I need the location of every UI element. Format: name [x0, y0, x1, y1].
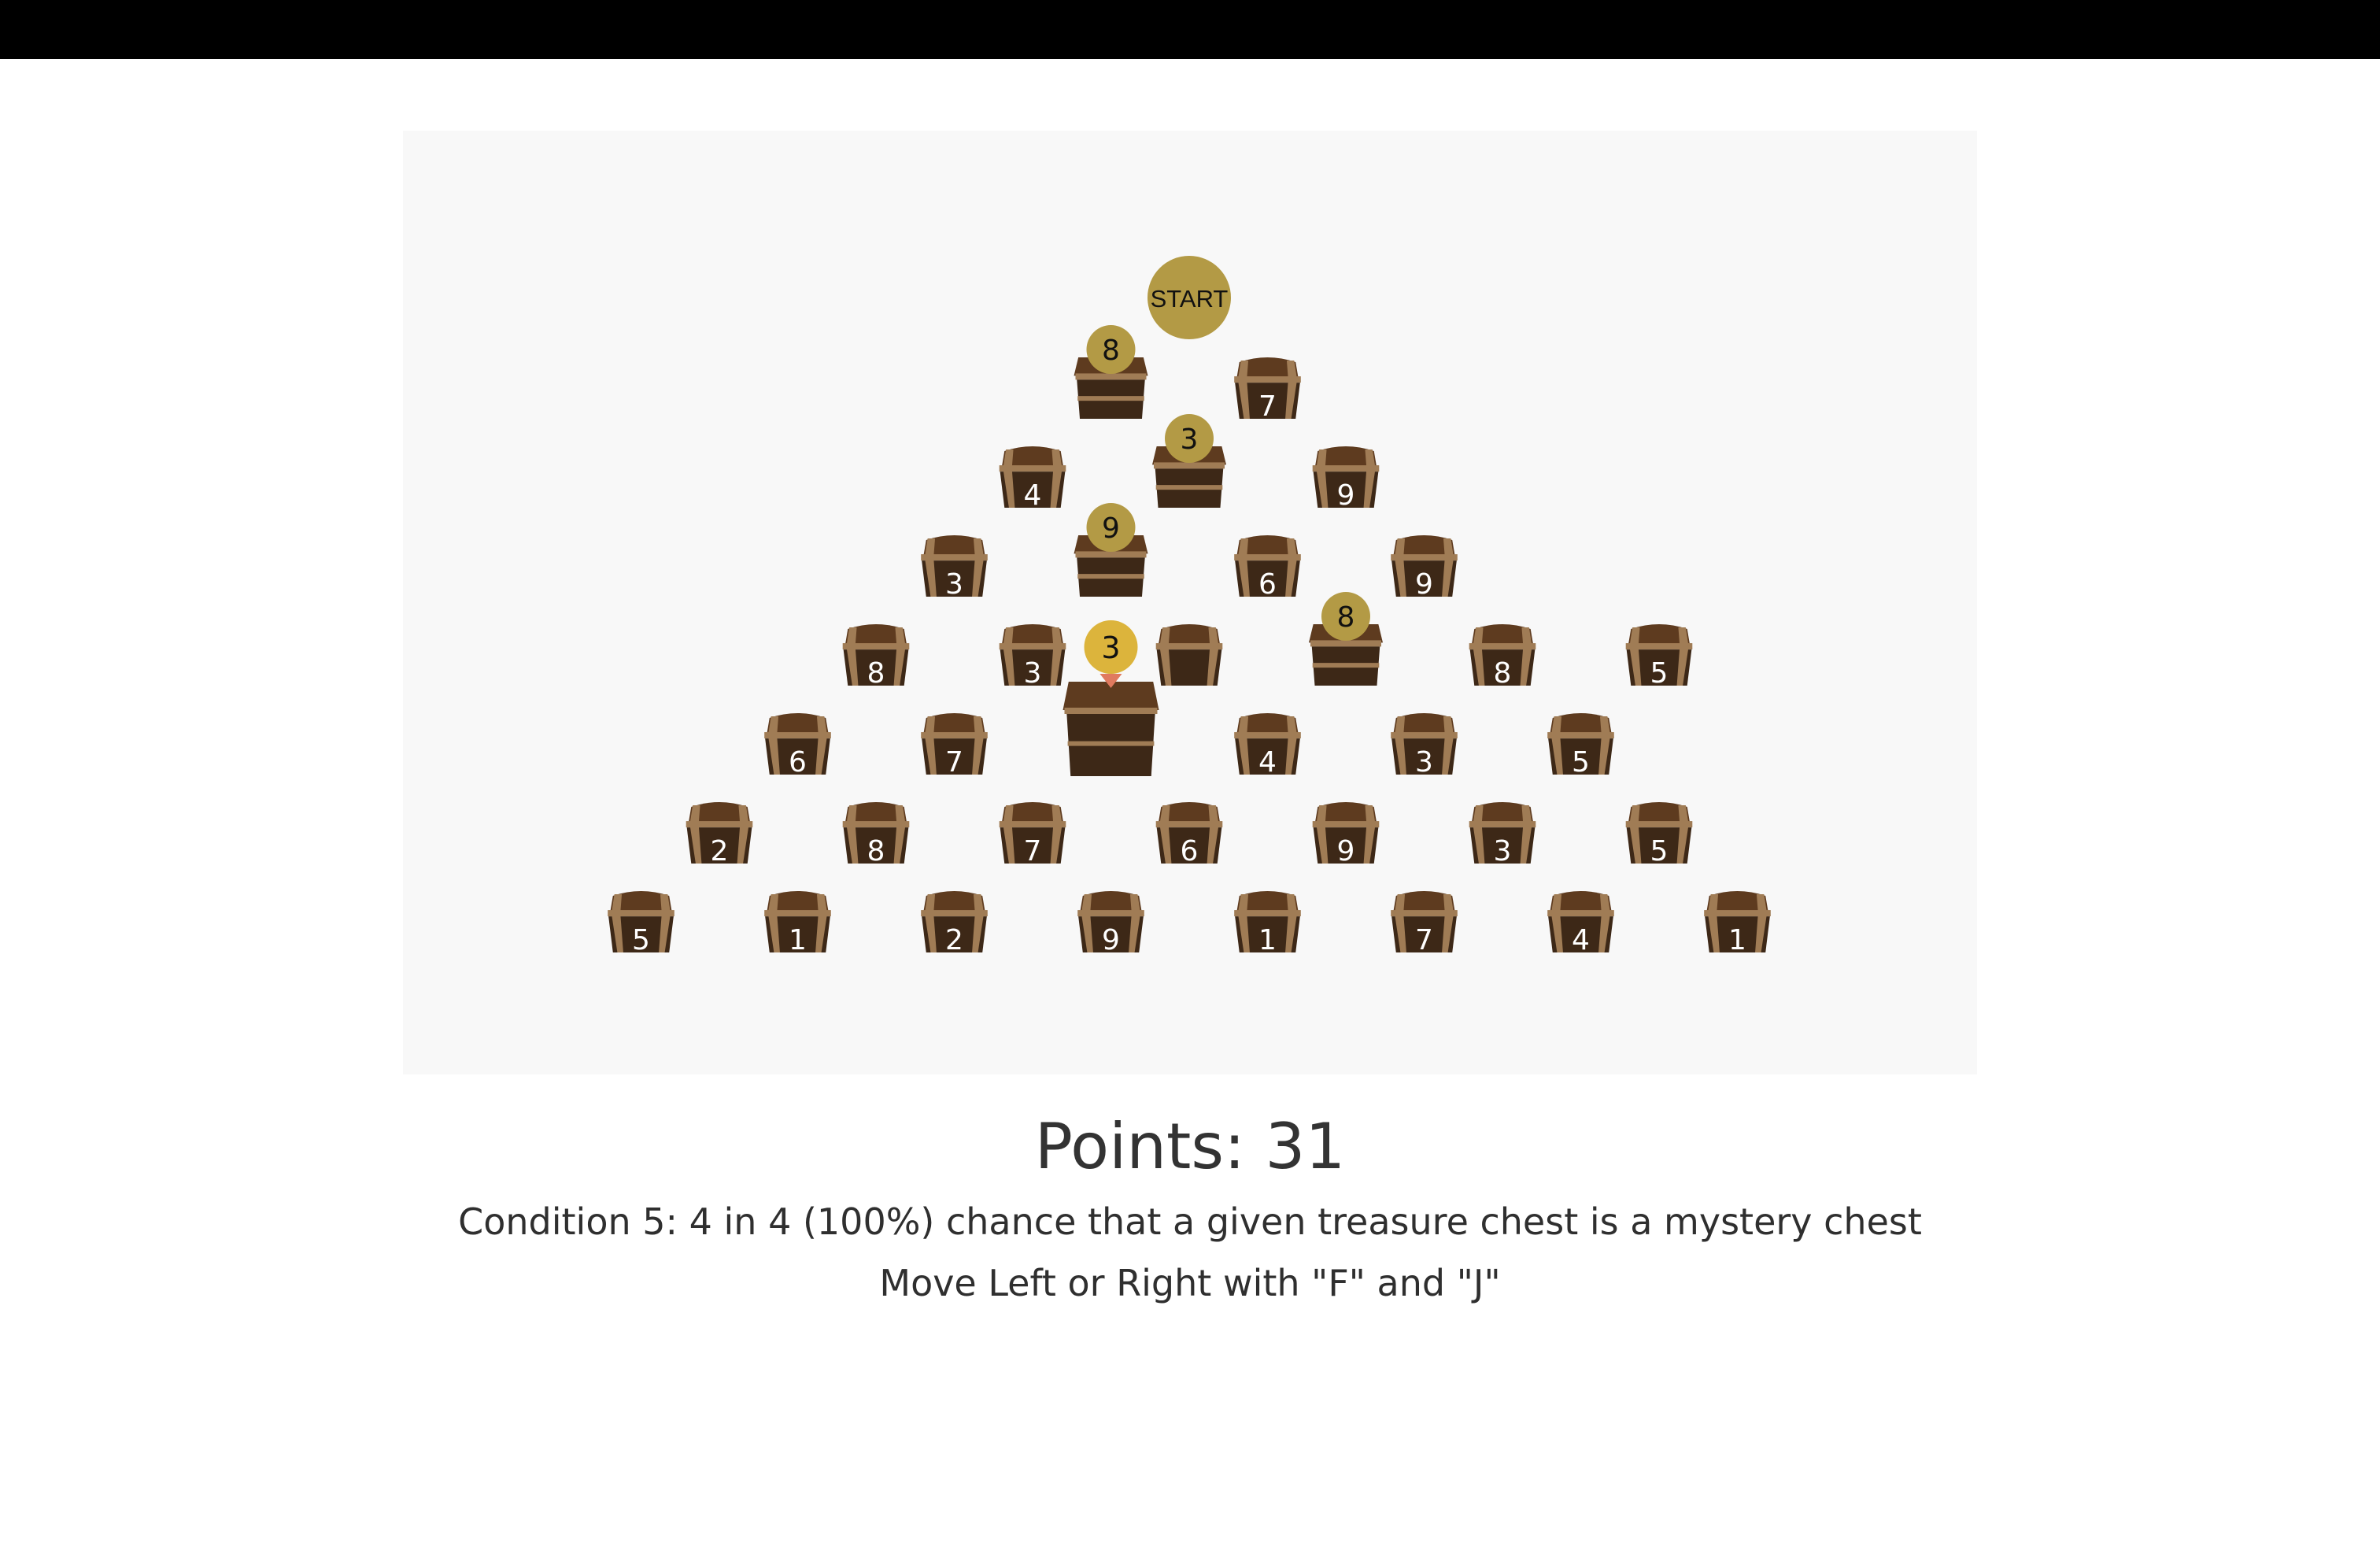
- condition-text: Condition 5: 4 in 4 (100%) chance that a…: [458, 1200, 1922, 1243]
- player-marker: 3: [1084, 620, 1138, 688]
- treasure-chest: 3: [921, 535, 988, 601]
- chest-value: 7: [1258, 390, 1277, 423]
- chest-value: 6: [1258, 568, 1277, 601]
- chest-value: 8: [867, 657, 885, 690]
- treasure-chest: 1: [764, 891, 831, 956]
- treasure-chest: 6: [1234, 535, 1301, 601]
- pyramid-canvas: START 8 7 4 3 9 3 9 6 9 8 3 8 8 5 6 7 3 4 3 5 2 8 7 6 9 3 5 5 1 2 9 1 7 4 1: [608, 256, 1771, 956]
- chest-value: 7: [1415, 924, 1433, 956]
- chest-value: 3: [1494, 835, 1512, 867]
- chest-value: 9: [1415, 568, 1433, 601]
- chest-value: 3: [945, 568, 963, 601]
- treasure-chest: 7: [1391, 891, 1458, 956]
- treasure-chest: [1155, 624, 1223, 686]
- open-chest: 3: [1152, 414, 1226, 508]
- chest-value: 9: [1102, 512, 1120, 545]
- treasure-chest: 3: [999, 624, 1066, 690]
- open-chest: 8: [1074, 325, 1148, 419]
- treasure-chest: 5: [1547, 713, 1614, 779]
- chest-value: 5: [632, 924, 650, 956]
- chest-value: 4: [1024, 479, 1042, 512]
- treasure-chest: 7: [1234, 357, 1301, 423]
- treasure-chest: 6: [764, 713, 831, 779]
- treasure-chest: 3: [1391, 713, 1458, 779]
- player-marker-value: 3: [1101, 631, 1120, 665]
- chest-value: 4: [1572, 924, 1590, 956]
- treasure-chest: 4: [1234, 713, 1301, 779]
- chest-value: 7: [1024, 835, 1042, 867]
- top-bar: [0, 0, 2380, 59]
- chest-value: 3: [1024, 657, 1042, 690]
- treasure-chest: 4: [999, 446, 1066, 512]
- treasure-chest: 7: [999, 802, 1066, 867]
- treasure-chest: 5: [1625, 802, 1693, 867]
- treasure-chest: 9: [1391, 535, 1458, 601]
- treasure-chest: 5: [608, 891, 674, 956]
- chest-value: 5: [1572, 746, 1590, 779]
- chest-value: 2: [711, 835, 729, 867]
- chest-value: 9: [1337, 479, 1355, 512]
- treasure-chest: 3: [1469, 802, 1536, 867]
- game-board: START 8 7 4 3 9 3 9 6 9 8 3 8 8 5 6 7 3 4 3 5 2 8 7 6 9 3 5 5 1 2 9 1 7 4 1: [403, 131, 1977, 1074]
- treasure-chest: 9: [1312, 802, 1380, 867]
- chest-value: 9: [1102, 924, 1120, 956]
- chest-value: 8: [1102, 335, 1120, 367]
- chest-value: 8: [1337, 601, 1355, 634]
- treasure-chest: 8: [842, 802, 910, 867]
- chest-value: 8: [867, 835, 885, 867]
- start-label: START: [1151, 285, 1229, 313]
- chest-value: 2: [945, 924, 963, 956]
- chest-value: 1: [1728, 924, 1746, 956]
- treasure-chest: 5: [1625, 624, 1693, 690]
- open-chest: 8: [1309, 592, 1383, 686]
- chest-value: 1: [1258, 924, 1277, 956]
- instructions-text: Move Left or Right with "F" and "J": [879, 1262, 1501, 1304]
- chest-value: 1: [789, 924, 807, 956]
- start-coin: START: [1148, 256, 1231, 339]
- treasure-chest: 4: [1547, 891, 1614, 956]
- treasure-chest: 9: [1077, 891, 1144, 956]
- chest-value: 9: [1337, 835, 1355, 867]
- treasure-chest: 2: [686, 802, 753, 867]
- chest-value: 5: [1650, 835, 1669, 867]
- treasure-chest: 8: [1469, 624, 1536, 690]
- treasure-chest: 1: [1234, 891, 1301, 956]
- chest-value: 7: [945, 746, 963, 779]
- treasure-chest: 6: [1155, 802, 1223, 867]
- chest-value: 3: [1415, 746, 1433, 779]
- chest-value: 6: [1181, 835, 1199, 867]
- chest-value: 5: [1650, 657, 1669, 690]
- chest-value: 3: [1181, 423, 1199, 456]
- chest-value: 6: [789, 746, 807, 779]
- chest-value: 4: [1258, 746, 1277, 779]
- chest-value: 8: [1494, 657, 1512, 690]
- open-chest: 9: [1074, 503, 1148, 597]
- treasure-chest: 8: [842, 624, 910, 690]
- current-chest: [1062, 682, 1159, 776]
- treasure-chest: 7: [921, 713, 988, 779]
- points-display: Points: 31: [1034, 1110, 1346, 1183]
- treasure-chest: 2: [921, 891, 988, 956]
- treasure-chest: 9: [1312, 446, 1380, 512]
- treasure-chest: 1: [1704, 891, 1771, 956]
